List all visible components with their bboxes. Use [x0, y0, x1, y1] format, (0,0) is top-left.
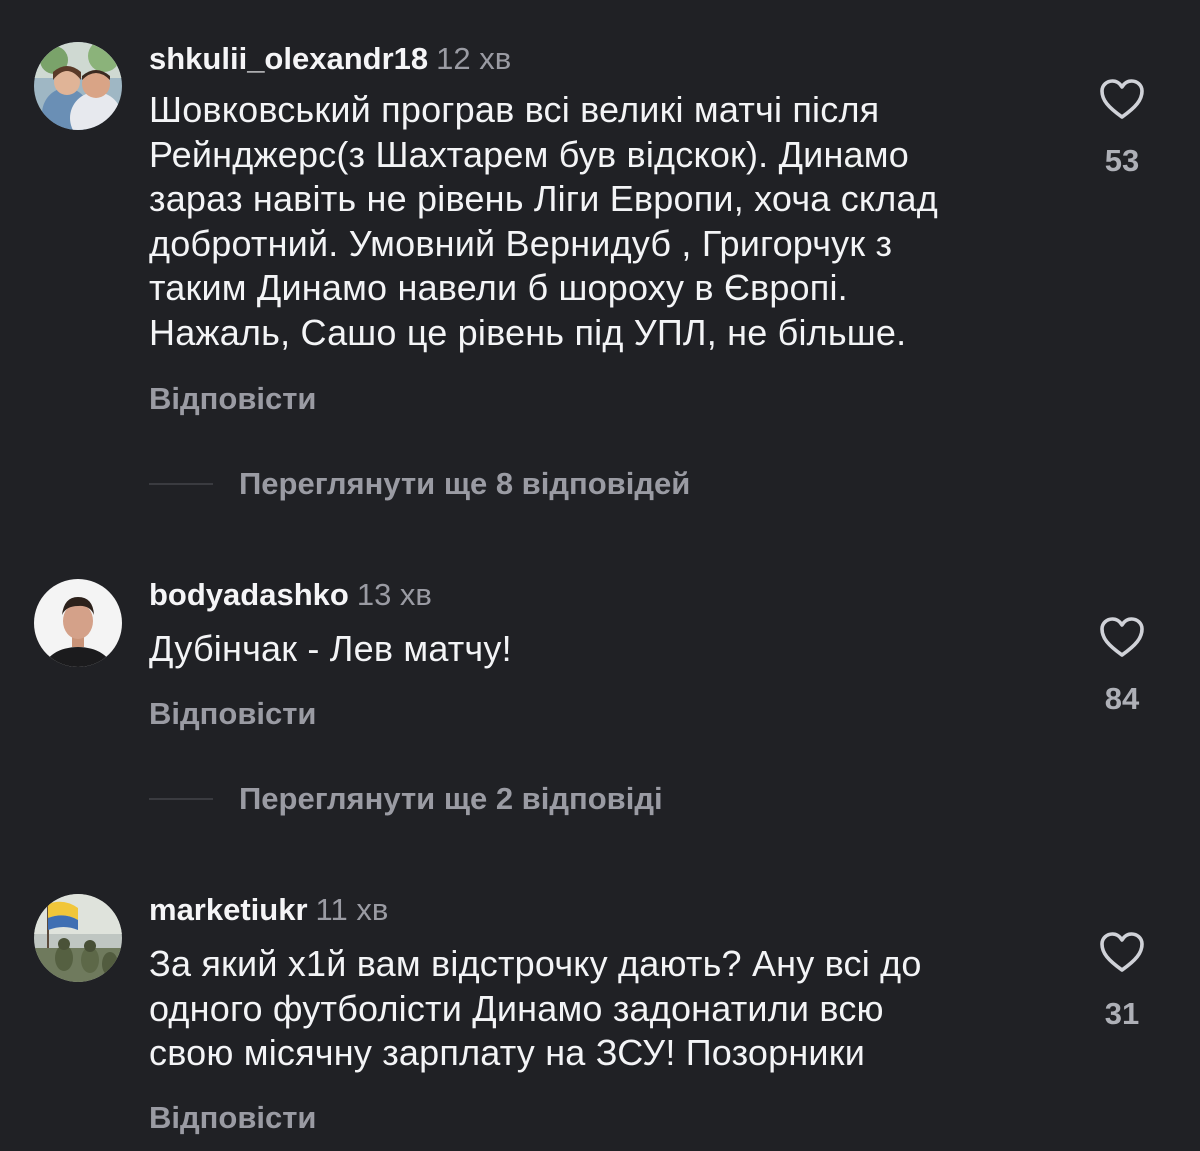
timestamp: 11 хв: [315, 892, 389, 927]
heart-outline-icon[interactable]: [1098, 930, 1146, 974]
reply-button[interactable]: Відповісти: [149, 694, 317, 734]
like-control: 31: [1096, 930, 1148, 1034]
view-replies-button[interactable]: Переглянути ще 8 відповідей: [149, 464, 690, 504]
like-control: 53: [1096, 77, 1148, 181]
heart-outline-icon[interactable]: [1098, 615, 1146, 659]
comment-text-line: Дубінчак - Лев матчу!: [149, 628, 512, 669]
comment-header: bodyadashko 13 хв: [149, 575, 432, 615]
reply-button[interactable]: Відповісти: [149, 379, 317, 419]
view-replies-button[interactable]: Переглянути ще 2 відповіді: [149, 779, 663, 819]
like-control: 84: [1096, 615, 1148, 719]
username[interactable]: shkulii_olexandr18: [149, 41, 428, 76]
username[interactable]: bodyadashko: [149, 577, 349, 612]
comment-text-line: зараз навіть не рівень Ліги Европи, хоча…: [149, 178, 938, 219]
avatar[interactable]: [34, 579, 122, 667]
username[interactable]: marketiukr: [149, 892, 308, 927]
heart-outline-icon[interactable]: [1098, 77, 1146, 121]
comment-text-line: свою місячну зарплату на ЗСУ! Позорники: [149, 1032, 866, 1073]
timestamp: 12 хв: [436, 41, 512, 76]
comment-text: Шовковський програв всі великі матчі піс…: [149, 88, 1069, 355]
like-count: 53: [1104, 143, 1140, 178]
comment-text: Дубінчак - Лев матчу!: [149, 627, 1069, 672]
avatar[interactable]: [34, 894, 122, 982]
comment-text-line: добротний. Умовний Вернидуб , Григорчук …: [149, 222, 893, 264]
avatar[interactable]: [34, 42, 122, 130]
reply-button[interactable]: Відповісти: [149, 1098, 317, 1138]
divider: [149, 798, 213, 800]
comment-text-line: За який х1й вам відстрочку дають? Ану вс…: [149, 943, 922, 984]
comment-text-line: Нажаль, Сашо це рівень під УПЛ, не більш…: [149, 311, 907, 353]
divider: [149, 483, 213, 485]
comment-header: marketiukr 11 хв: [149, 890, 388, 930]
comment-text-line: Рейнджерс(з Шахтарем був відскок). Динам…: [149, 133, 909, 175]
comment-text-line: Шовковський програв всі великі матчі піс…: [149, 89, 880, 130]
like-count: 31: [1104, 996, 1140, 1031]
view-replies-label: Переглянути ще 8 відповідей: [239, 466, 691, 501]
comment-header: shkulii_olexandr18 12 хв: [149, 39, 511, 79]
comment-text: За який х1й вам відстрочку дають? Ану вс…: [149, 942, 1069, 1076]
like-count: 84: [1104, 681, 1140, 716]
comment-text-line: таким Динамо навели б шороху в Європі.: [149, 267, 848, 308]
comment-text-line: одного футболісти Динамо задонатили всю: [149, 987, 884, 1029]
view-replies-label: Переглянути ще 2 відповіді: [239, 781, 663, 816]
timestamp: 13 хв: [356, 577, 432, 612]
